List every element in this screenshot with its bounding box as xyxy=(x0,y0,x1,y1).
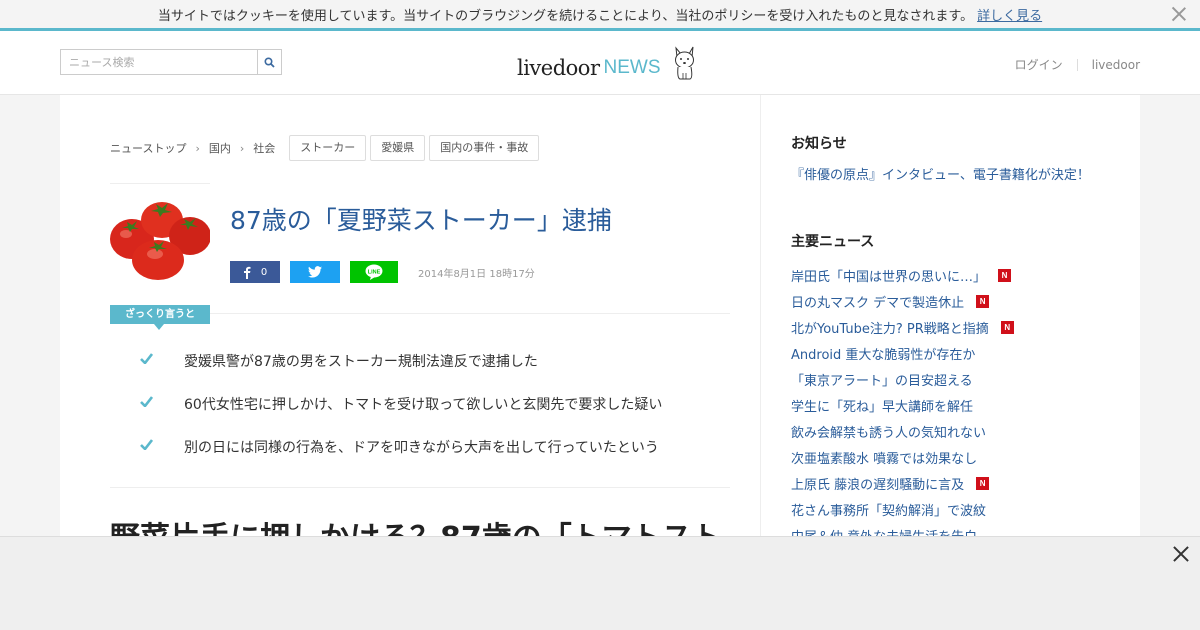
breadcrumb-item-news-top[interactable]: ニューストップ xyxy=(110,140,186,156)
bottom-ad-overlay xyxy=(0,536,1200,630)
new-badge: N xyxy=(1000,320,1014,334)
svg-text:LINE: LINE xyxy=(368,270,381,276)
summary-point-text: 別の日には同様の行為を、ドアを叩きながら大声を出して行っていたという xyxy=(184,440,659,456)
new-badge: N xyxy=(976,476,990,490)
summary-label: ざっくり言うと xyxy=(110,305,210,330)
twitter-share-button[interactable] xyxy=(290,261,340,283)
major-news-item[interactable]: 北がYouTube注力? PR戦略と指摘 N xyxy=(791,314,1014,340)
major-news-item[interactable]: 花さん事務所「契約解消」で波紋 xyxy=(791,496,1014,522)
breadcrumb: ニューストップ › 国内 › 社会 ストーカー 愛媛県 国内の事件・事故 xyxy=(110,135,540,161)
breadcrumb-item-domestic[interactable]: 国内 xyxy=(209,140,231,156)
summary-point-text: 60代女性宅に押しかけ、トマトを受け取って欲しいと玄関先で要求した疑い xyxy=(184,397,663,413)
tag-list: ストーカー 愛媛県 国内の事件・事故 xyxy=(285,135,540,161)
site-header: livedoor NEWS ログイン livedoor xyxy=(0,31,1200,95)
twitter-icon xyxy=(308,266,322,278)
summary-point-text: 愛媛県警が87歳の男をストーカー規制法違反で逮捕した xyxy=(184,354,538,370)
summary-point: 別の日には同様の行為を、ドアを叩きながら大声を出して行っていたという xyxy=(140,437,662,480)
facebook-share-count: 0 xyxy=(260,266,268,278)
dog-mascot-icon xyxy=(674,46,694,80)
close-icon[interactable] xyxy=(1172,545,1190,563)
news-item-text: 上原氏 藤浪の遅刻騒動に言及 xyxy=(791,477,965,493)
checkmark-icon xyxy=(140,437,184,454)
cookie-banner: 当サイトではクッキーを使用しています。当サイトのブラウジングを続けることにより、… xyxy=(0,0,1200,31)
cookie-text: 当サイトではクッキーを使用しています。当サイトのブラウジングを続けることにより、… xyxy=(157,8,974,24)
login-link[interactable]: ログイン xyxy=(1015,56,1063,73)
tag-domestic-incidents[interactable]: 国内の事件・事故 xyxy=(429,135,540,161)
checkmark-icon xyxy=(140,351,184,368)
checkmark-icon xyxy=(140,394,184,411)
content-divider xyxy=(110,487,730,488)
notice-heading: お知らせ xyxy=(791,136,847,152)
livedoor-link[interactable]: livedoor xyxy=(1092,58,1140,72)
cookie-close-icon[interactable] xyxy=(1170,5,1188,23)
major-news-item[interactable]: 次亜塩素酸水 噴霧では効果なし xyxy=(791,444,1014,470)
tag-stalker[interactable]: ストーカー xyxy=(289,135,367,161)
chevron-right-icon: › xyxy=(239,141,245,155)
article-title: 87歳の「夏野菜ストーカー」逮捕 xyxy=(230,206,612,235)
major-news-item[interactable]: 「東京アラート」の目安超える xyxy=(791,366,1014,392)
header-divider xyxy=(1076,58,1078,71)
news-item-text: 北がYouTube注力? PR戦略と指摘 xyxy=(791,321,989,337)
major-news-list: 岸田氏「中国は世界の思いに…」 N 日の丸マスク デマで製造休止 N 北がYouTu… xyxy=(791,262,1014,548)
line-icon: LINE xyxy=(365,264,383,280)
news-search-input[interactable] xyxy=(61,50,258,74)
facebook-icon xyxy=(243,266,251,279)
logo-news-text: NEWS xyxy=(603,57,661,78)
news-item-text: 岸田氏「中国は世界の思いに…」 xyxy=(791,269,987,285)
share-bar: 0 LINE 2014年8月1日 18時17分 xyxy=(230,261,535,283)
news-item-text: 飲み会解禁も誘う人の気知れない xyxy=(791,425,987,441)
major-news-item[interactable]: Android 重大な脆弱性が存在か xyxy=(791,340,1014,366)
search-icon xyxy=(264,56,275,68)
news-item-text: Android 重大な脆弱性が存在か xyxy=(791,347,976,363)
summary-point: 60代女性宅に押しかけ、トマトを受け取って欲しいと玄関先で要求した疑い xyxy=(140,394,662,437)
major-news-item[interactable]: 飲み会解禁も誘う人の気知れない xyxy=(791,418,1014,444)
line-share-button[interactable]: LINE xyxy=(350,261,398,283)
summary-divider xyxy=(210,313,730,314)
major-news-item[interactable]: 学生に「死ね」早大講師を解任 xyxy=(791,392,1014,418)
article-thumbnail[interactable] xyxy=(110,183,210,283)
summary-points: 愛媛県警が87歳の男をストーカー規制法違反で逮捕した 60代女性宅に押しかけ、ト… xyxy=(140,351,662,480)
major-news-item[interactable]: 上原氏 藤浪の遅刻騒動に言及 N xyxy=(791,470,1014,496)
major-news-heading: 主要ニュース xyxy=(791,234,875,250)
major-news-item[interactable]: 日の丸マスク デマで製造休止 N xyxy=(791,288,1014,314)
facebook-share-button[interactable]: 0 xyxy=(230,261,280,283)
news-item-text: 日の丸マスク デマで製造休止 xyxy=(791,295,965,311)
logo-livedoor-text: livedoor xyxy=(517,56,600,80)
search-button[interactable] xyxy=(257,50,281,74)
livedoor-news-logo[interactable]: livedoor NEWS xyxy=(517,43,697,83)
tomato-image xyxy=(110,184,210,283)
chevron-right-icon: › xyxy=(195,141,200,155)
news-item-text: 花さん事務所「契約解消」で波紋 xyxy=(791,503,987,519)
news-item-text: 学生に「死ね」早大講師を解任 xyxy=(791,399,974,415)
article-date: 2014年8月1日 18時17分 xyxy=(418,268,535,280)
breadcrumb-item-society[interactable]: 社会 xyxy=(253,140,275,156)
summary-point: 愛媛県警が87歳の男をストーカー規制法違反で逮捕した xyxy=(140,351,662,394)
notice-link[interactable]: 『俳優の原点』インタビュー、電子書籍化が決定！ xyxy=(791,167,1091,185)
news-search-form xyxy=(60,49,282,75)
new-badge: N xyxy=(976,294,990,308)
tag-ehime[interactable]: 愛媛県 xyxy=(370,135,426,161)
news-item-text: 「東京アラート」の目安超える xyxy=(791,373,973,389)
new-badge: N xyxy=(998,268,1012,282)
news-item-text: 次亜塩素酸水 噴霧では効果なし xyxy=(791,451,978,467)
major-news-item[interactable]: 岸田氏「中国は世界の思いに…」 N xyxy=(791,262,1014,288)
cookie-learn-more-link[interactable]: 詳しく見る xyxy=(977,5,1042,24)
header-links: ログイン livedoor xyxy=(1015,56,1140,73)
